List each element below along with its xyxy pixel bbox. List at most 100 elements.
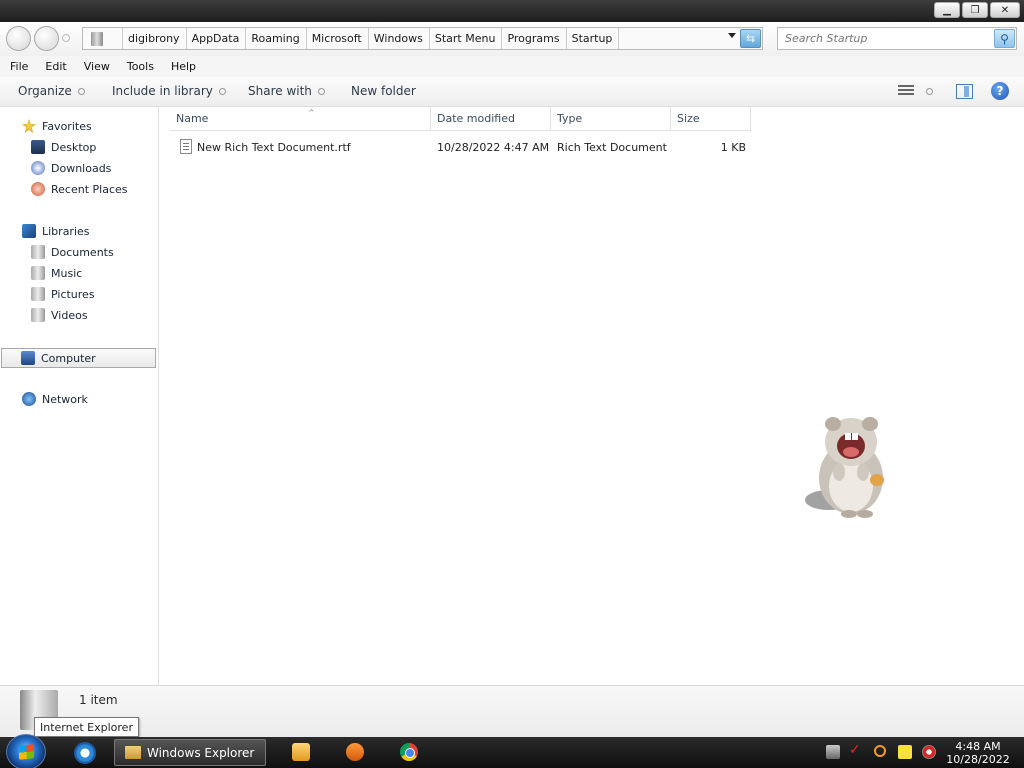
menu-help[interactable]: Help — [165, 60, 202, 73]
share-with-button[interactable]: Share with — [248, 84, 325, 98]
sidebar-item-documents[interactable]: Documents — [31, 245, 114, 259]
back-button[interactable] — [6, 26, 31, 51]
column-label: Size — [677, 112, 700, 125]
views-dropdown-icon[interactable] — [926, 88, 933, 95]
file-name: New Rich Text Document.rtf — [197, 141, 351, 154]
details-pane: 1 item — [0, 685, 1024, 737]
taskbar-clock[interactable]: 4:48 AM 10/28/2022 — [944, 740, 1012, 766]
sidebar-label: Pictures — [51, 287, 95, 301]
breadcrumb-startup[interactable]: Startup — [567, 28, 620, 49]
address-dropdown-icon[interactable] — [728, 33, 736, 38]
new-folder-button[interactable]: New folder — [351, 84, 416, 98]
column-header-size[interactable]: Size — [671, 107, 751, 131]
share-with-label: Share with — [248, 84, 312, 98]
start-button[interactable] — [6, 734, 46, 768]
address-row: digibrony AppData Roaming Microsoft Wind… — [0, 22, 1024, 56]
column-header-type[interactable]: Type — [551, 107, 671, 131]
tray-volume-icon[interactable] — [922, 745, 936, 759]
include-in-library-button[interactable]: Include in library — [112, 84, 226, 98]
search-input[interactable] — [778, 28, 994, 49]
media-player-icon[interactable] — [292, 743, 310, 761]
sidebar-label: Downloads — [51, 161, 112, 175]
menu-file[interactable]: File — [4, 60, 34, 73]
videos-icon — [31, 308, 45, 322]
libraries-icon — [22, 224, 36, 238]
taskbar-label: Windows Explorer — [147, 745, 255, 760]
sidebar-label: Favorites — [42, 119, 92, 133]
preview-pane-icon[interactable] — [956, 84, 973, 99]
sidebar-item-libraries[interactable]: Libraries — [22, 224, 90, 238]
address-bar[interactable]: digibrony AppData Roaming Microsoft Wind… — [82, 27, 763, 50]
sidebar-label: Computer — [41, 351, 96, 365]
menu-tools[interactable]: Tools — [121, 60, 160, 73]
tray-app-icon[interactable] — [826, 745, 840, 759]
tray-antivirus-icon[interactable]: ✓ — [849, 742, 863, 758]
breadcrumb-appdata[interactable]: AppData — [187, 28, 247, 49]
app-icon[interactable] — [346, 743, 364, 761]
sidebar-label: Videos — [51, 308, 88, 322]
chrome-icon[interactable] — [400, 743, 418, 761]
sidebar-item-recent-places[interactable]: Recent Places — [31, 182, 128, 196]
clock-time: 4:48 AM — [955, 740, 1001, 753]
file-type: Rich Text Document — [557, 141, 667, 154]
breadcrumb-roaming[interactable]: Roaming — [246, 28, 307, 49]
sidebar-item-pictures[interactable]: Pictures — [31, 287, 95, 301]
sidebar-item-desktop[interactable]: Desktop — [31, 140, 96, 154]
clock-date: 10/28/2022 — [946, 753, 1010, 766]
tray-notes-icon[interactable] — [898, 745, 912, 759]
help-icon[interactable]: ? — [991, 82, 1009, 100]
network-icon — [22, 392, 36, 406]
views-icon[interactable] — [898, 85, 914, 98]
file-size: 1 KB — [720, 141, 746, 154]
recent-places-icon — [31, 182, 45, 196]
sidebar-item-music[interactable]: Music — [31, 266, 82, 280]
taskbar-windows-explorer[interactable]: Windows Explorer — [114, 739, 266, 766]
breadcrumb-digibrony[interactable]: digibrony — [123, 28, 187, 49]
tooltip: Internet Explorer — [34, 717, 139, 737]
sidebar-label: Documents — [51, 245, 114, 259]
forward-button[interactable] — [34, 26, 59, 51]
file-row[interactable]: New Rich Text Document.rtf 10/28/2022 4:… — [176, 139, 766, 157]
music-icon — [31, 266, 45, 280]
breadcrumb-windows[interactable]: Windows — [369, 28, 430, 49]
maximize-button[interactable]: ❐ — [962, 2, 988, 18]
window-titlebar: ▁ ❐ ✕ — [0, 0, 1024, 22]
recent-pages-dropdown[interactable] — [62, 34, 70, 42]
organize-button[interactable]: Organize — [18, 84, 85, 98]
breadcrumb-microsoft[interactable]: Microsoft — [307, 28, 369, 49]
column-header-date[interactable]: Date modified — [431, 107, 551, 131]
menu-view[interactable]: View — [78, 60, 116, 73]
menu-bar: File Edit View Tools Help — [0, 56, 1024, 77]
sidebar-item-network[interactable]: Network — [22, 392, 88, 406]
minimize-button[interactable]: ▁ — [934, 2, 960, 18]
sidebar-item-downloads[interactable]: Downloads — [31, 161, 111, 175]
documents-icon — [31, 245, 45, 259]
star-icon — [22, 119, 36, 133]
breadcrumb-programs[interactable]: Programs — [502, 28, 567, 49]
rtf-file-icon — [180, 139, 192, 154]
breadcrumb-start-menu[interactable]: Start Menu — [430, 28, 503, 49]
column-label: Name — [176, 112, 209, 125]
dropdown-icon — [317, 87, 325, 95]
hamster-mascot — [805, 417, 884, 518]
sidebar-label: Recent Places — [51, 182, 128, 196]
sidebar-item-videos[interactable]: Videos — [31, 308, 88, 322]
file-list: Name ^ Date modified Type Size New Rich … — [160, 107, 1024, 685]
search-box[interactable]: ⚲ — [777, 27, 1017, 50]
column-header-name[interactable]: Name ^ — [170, 107, 431, 131]
sidebar-item-favorites[interactable]: Favorites — [22, 119, 92, 133]
internet-explorer-icon[interactable]: e — [74, 742, 96, 764]
include-in-library-label: Include in library — [112, 84, 213, 98]
sidebar-item-computer[interactable]: Computer — [1, 348, 156, 368]
sidebar-label: Music — [51, 266, 83, 280]
pictures-icon — [31, 287, 45, 301]
dropdown-icon — [218, 87, 226, 95]
file-date: 10/28/2022 4:47 AM — [437, 141, 550, 154]
sidebar-label: Libraries — [42, 224, 90, 238]
column-label: Date modified — [437, 112, 515, 125]
menu-edit[interactable]: Edit — [39, 60, 72, 73]
refresh-icon[interactable]: ⇆ — [740, 29, 761, 48]
close-button[interactable]: ✕ — [990, 2, 1020, 18]
tray-search-icon[interactable] — [874, 745, 886, 757]
search-icon[interactable]: ⚲ — [994, 29, 1015, 48]
